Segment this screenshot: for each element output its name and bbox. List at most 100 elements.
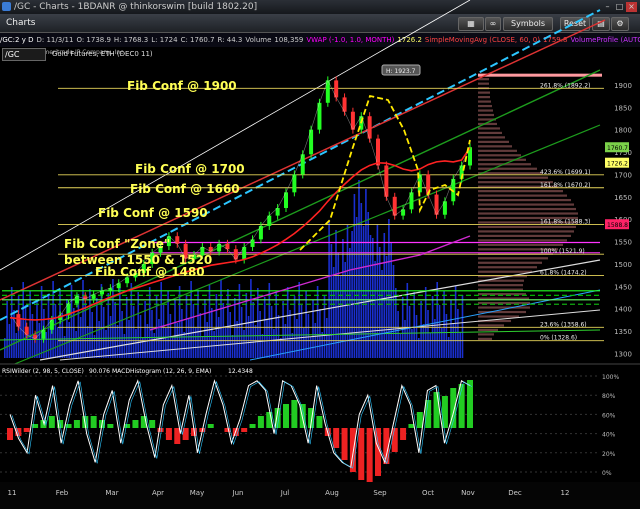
- volume-profile-bar: [478, 109, 493, 112]
- volume-bar: [445, 314, 448, 358]
- trend-line: [0, 9, 601, 321]
- volume-bar: [146, 324, 149, 358]
- volume-bar: [201, 336, 204, 358]
- study-value: Volume: [245, 36, 272, 44]
- candle-body: [33, 334, 38, 339]
- close-button[interactable]: ×: [626, 2, 637, 12]
- price-axis-bg: [605, 58, 640, 364]
- tab-charts[interactable]: Charts: [2, 17, 39, 30]
- volume-bar: [91, 312, 93, 358]
- price-tick-label: 1850: [614, 104, 632, 112]
- candle-body: [192, 255, 196, 259]
- volume-bar: [238, 284, 241, 358]
- volume-bar: [155, 296, 158, 358]
- reset-button[interactable]: Reset: [560, 17, 590, 31]
- study-value: L: 1724: [151, 36, 178, 44]
- minimize-button[interactable]: –: [602, 2, 613, 12]
- candle-body: [233, 249, 238, 260]
- volume-bar: [378, 247, 381, 358]
- volume-bar: [330, 244, 333, 358]
- macd-bar: [366, 428, 373, 484]
- vwap-line: [149, 235, 471, 331]
- trend-line: [0, 69, 601, 351]
- volume-bar: [6, 301, 8, 358]
- month-label: Sep: [373, 489, 387, 497]
- fib-level-label: 0% (1328.6): [540, 335, 577, 342]
- print-icon[interactable]: ▤: [592, 17, 610, 31]
- month-label: Oct: [422, 489, 434, 497]
- volume-bar: [309, 337, 312, 358]
- volume-bar: [105, 330, 107, 358]
- candle-body: [125, 277, 130, 284]
- candle-body: [150, 252, 155, 264]
- volume-bar: [52, 281, 54, 358]
- macd-bar: [65, 424, 72, 428]
- macd-bar: [458, 384, 465, 428]
- symbols-button[interactable]: Symbols: [503, 17, 553, 31]
- fib-level-label: 161.8% (1588.3): [540, 218, 590, 225]
- volume-profile-bar: [478, 243, 563, 246]
- volume-bar: [319, 309, 321, 358]
- volume-bar: [130, 283, 133, 358]
- volume-profile-bar: [478, 113, 494, 117]
- maximize-button[interactable]: □: [614, 2, 625, 12]
- volume-bar: [420, 301, 422, 358]
- candle-body: [258, 225, 263, 240]
- volume-bar: [247, 316, 250, 358]
- price-tag-bg: [605, 157, 629, 168]
- volume-bar: [381, 270, 383, 358]
- candle-body: [74, 296, 79, 304]
- candle-body: [133, 272, 138, 278]
- volume-bar: [245, 293, 248, 358]
- chart-toolbar: Charts ▦ ∞ Symbols Reset ▤ ⚙: [0, 14, 640, 33]
- price-tick-label: 1700: [614, 171, 632, 179]
- candle-body: [91, 294, 96, 299]
- volume-bar: [323, 295, 326, 358]
- volume-profile-bar: [478, 95, 490, 99]
- volume-bar: [100, 284, 103, 358]
- candle-body: [317, 102, 322, 130]
- volume-profile-bar: [478, 301, 530, 305]
- month-label: Dec: [508, 489, 522, 497]
- macd-bar: [165, 428, 172, 440]
- rsi-tick-label: 60%: [602, 412, 616, 419]
- link-icon[interactable]: ∞: [485, 17, 501, 31]
- settings-icon[interactable]: ⚙: [611, 17, 629, 31]
- candle-body: [409, 192, 414, 210]
- volume-bar: [408, 306, 411, 358]
- volume-bar: [268, 283, 271, 358]
- volume-bar: [178, 286, 181, 358]
- volume-bar: [204, 299, 206, 358]
- volume-bar: [17, 296, 20, 358]
- volume-profile-bar: [478, 136, 505, 139]
- macd-bar: [291, 400, 298, 428]
- volume-bar: [139, 315, 142, 358]
- study-value: VWAP (-1.0, 1.0, MONTH): [306, 36, 395, 44]
- candle-body: [175, 236, 180, 244]
- fib-level-label: 61.8% (1474.2): [540, 270, 587, 277]
- candle-body: [275, 208, 280, 216]
- volume-bar: [197, 290, 199, 358]
- grid-layout-button[interactable]: ▦: [458, 17, 484, 31]
- candle-body: [41, 329, 46, 339]
- volume-bar: [427, 310, 429, 358]
- volume-profile-bar: [478, 131, 502, 135]
- volume-bar: [224, 326, 227, 358]
- candle-body: [350, 111, 355, 130]
- volume-bar: [429, 333, 432, 358]
- volume-bar: [326, 318, 328, 358]
- volume-bar: [280, 338, 282, 358]
- volume-bar: [376, 224, 379, 358]
- symbol-input[interactable]: /GC: [2, 48, 46, 61]
- volume-bar: [56, 327, 59, 358]
- volume-profile-bar: [478, 333, 494, 336]
- volume-bar: [153, 333, 156, 358]
- volume-bar: [86, 326, 89, 358]
- trend-line: [249, 289, 601, 361]
- study-values-bar: /GC:2 y D D: 11/3/11 O: 1738.9 H: 1768.3 L: …: [0, 33, 640, 47]
- volume-bar: [137, 292, 139, 358]
- volume-profile-bar: [478, 275, 527, 278]
- fib-level-label: 23.6% (1358.6): [540, 321, 587, 328]
- volume-bar: [63, 336, 66, 358]
- fib-annotation: Fib Conf "Zone": [64, 237, 170, 251]
